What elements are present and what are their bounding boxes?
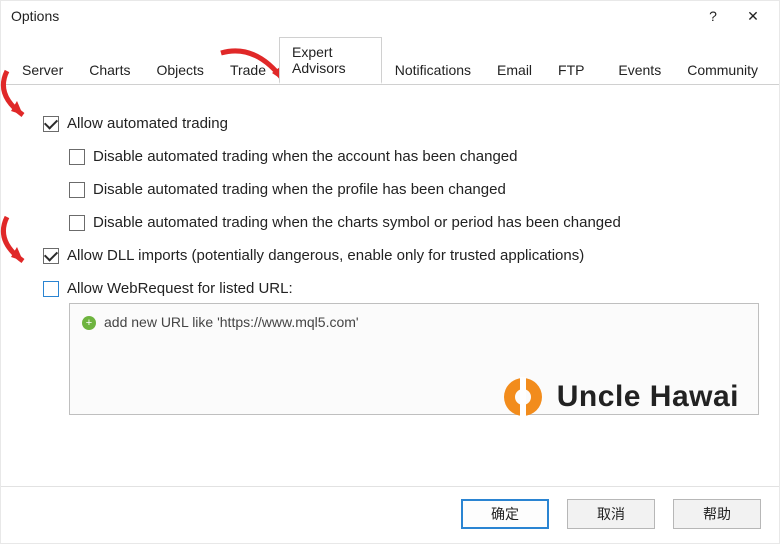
tab-expert-advisors[interactable]: Expert Advisors [279,37,382,84]
question-icon: ? [709,8,717,24]
checkbox-disable-symbol[interactable] [69,215,85,231]
window-title: Options [11,8,693,24]
add-icon: + [82,316,96,330]
help-dialog-button[interactable]: 帮助 [673,499,761,529]
help-button[interactable]: ? [693,2,733,30]
checkbox-allow-automated[interactable] [43,116,59,132]
opt-label: Disable automated trading when the profi… [93,181,506,198]
opt-disable-symbol[interactable]: Disable automated trading when the chart… [69,214,759,231]
opt-allow-dll[interactable]: Allow DLL imports (potentially dangerous… [43,247,759,264]
titlebar: Options ? ✕ [1,1,779,31]
tabs-bar: Server Charts Objects Trade Expert Advis… [1,31,779,85]
checkbox-disable-profile[interactable] [69,182,85,198]
tab-charts[interactable]: Charts [76,55,143,84]
opt-label: Allow WebRequest for listed URL: [67,280,293,297]
url-list[interactable]: + add new URL like 'https://www.mql5.com… [69,303,759,415]
ok-button[interactable]: 确定 [461,499,549,529]
opt-disable-account[interactable]: Disable automated trading when the accou… [69,148,759,165]
tab-objects[interactable]: Objects [143,55,216,84]
dialog-buttons: 确定 取消 帮助 [1,486,779,543]
annotation-arrow-dll [0,213,43,273]
opt-label: Allow automated trading [67,115,228,132]
opt-label: Allow DLL imports (potentially dangerous… [67,247,584,264]
options-window: Options ? ✕ Server Charts Objects Trade … [0,0,780,544]
tab-server[interactable]: Server [9,55,76,84]
tab-email[interactable]: Email [484,55,545,84]
opt-allow-automated[interactable]: Allow automated trading [43,115,759,132]
opt-label: Disable automated trading when the chart… [93,214,621,231]
close-button[interactable]: ✕ [733,2,773,30]
checkbox-allow-webrequest[interactable] [43,281,59,297]
tab-ftp[interactable]: FTP [545,55,597,84]
cancel-button[interactable]: 取消 [567,499,655,529]
opt-disable-profile[interactable]: Disable automated trading when the profi… [69,181,759,198]
opt-label: Disable automated trading when the accou… [93,148,517,165]
close-icon: ✕ [747,8,759,25]
url-hint: add new URL like 'https://www.mql5.com' [104,314,359,330]
tab-trade[interactable]: Trade [217,55,279,84]
tab-content: Allow automated trading Disable automate… [1,85,779,486]
checkbox-disable-account[interactable] [69,149,85,165]
tab-notifications[interactable]: Notifications [382,55,484,84]
tab-events[interactable]: Events [605,55,674,84]
checkbox-allow-dll[interactable] [43,248,59,264]
opt-allow-webrequest[interactable]: Allow WebRequest for listed URL: [43,280,759,297]
tab-community[interactable]: Community [674,55,771,84]
